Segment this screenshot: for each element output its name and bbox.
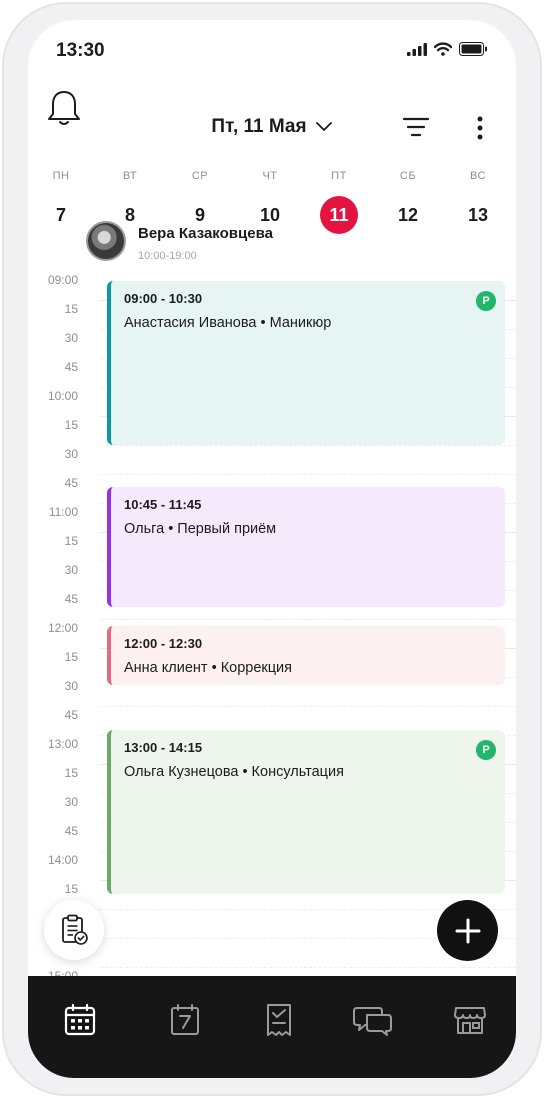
staff-name: Вера Казаковцева <box>138 225 273 242</box>
date-label: Пт, 11 Мая <box>211 116 307 137</box>
time-label: 13:00 <box>47 737 78 751</box>
avatar <box>86 221 126 261</box>
store-icon <box>454 1007 486 1034</box>
appointment-time: 13:00 - 14:15 <box>124 740 203 755</box>
day-name: СР <box>191 170 209 182</box>
time-label: 45 <box>64 824 78 838</box>
clipboard-check-icon <box>62 914 88 945</box>
chevron-down-icon <box>315 122 332 131</box>
grid-line <box>100 967 516 968</box>
day-0[interactable]: ПН 7 <box>36 168 86 234</box>
time-label: 45 <box>64 708 78 722</box>
time-label: 14:00 <box>47 853 78 867</box>
time-label: 11:00 <box>48 505 78 519</box>
appointment-card[interactable]: 10:45 - 11:45 Ольга • Первый приём <box>107 487 505 607</box>
time-label: 15 <box>64 882 78 896</box>
appointment-time: 12:00 - 12:30 <box>124 636 203 651</box>
appointment-description: Анна клиент • Коррекция <box>124 660 292 676</box>
plus-icon <box>455 918 480 943</box>
nav-day[interactable] <box>165 1000 205 1040</box>
chat-icon <box>353 1007 392 1036</box>
nav-calendar[interactable] <box>60 1000 100 1040</box>
status-time: 13:30 <box>56 40 105 61</box>
time-label: 15 <box>64 302 78 316</box>
receipt-icon <box>267 1004 291 1036</box>
filter-icon[interactable] <box>402 116 430 138</box>
grid-line <box>100 706 516 707</box>
day-name: ПТ <box>331 170 347 182</box>
day-number: 7 <box>55 205 66 225</box>
time-label: 15 <box>64 766 78 780</box>
time-label: 45 <box>64 592 78 606</box>
clipboard-button[interactable] <box>44 900 104 960</box>
appointment-description: Ольга Кузнецова • Консультация <box>124 764 344 780</box>
schedule-grid: 09:00 15 30 45 10:00 15 30 45 11:00 15 3… <box>28 270 516 992</box>
calendar-day-icon <box>171 1004 199 1035</box>
calendar-grid-icon <box>64 1003 96 1036</box>
day-name: ВТ <box>122 170 138 182</box>
app-screen: 13:30 Пт, 11 Мая ПН 7 ВТ 8 СР 9 ЧТ 10 ПТ… <box>28 20 516 1078</box>
time-label: 15 <box>64 650 78 664</box>
appointment-card[interactable]: 12:00 - 12:30 Анна клиент • Коррекция <box>107 626 505 685</box>
battery-icon <box>459 42 487 56</box>
signal-icon <box>407 42 427 56</box>
time-label: 09:00 <box>47 273 78 287</box>
appointment-card[interactable]: 09:00 - 10:30 Анастасия Иванова • Маникю… <box>107 281 505 445</box>
time-label: 15 <box>64 418 78 432</box>
time-label: 30 <box>64 795 78 809</box>
appointment-time: 09:00 - 10:30 <box>124 291 203 306</box>
time-label: 15 <box>64 534 78 548</box>
prepaid-badge: Р <box>476 740 496 760</box>
staff-hours: 10:00-19:00 <box>138 250 197 262</box>
grid-line <box>100 619 516 620</box>
appointment-time: 10:45 - 11:45 <box>124 497 202 512</box>
nav-store[interactable] <box>450 1000 490 1040</box>
grid-line <box>100 445 516 446</box>
wifi-icon <box>434 42 452 56</box>
time-label: 30 <box>64 563 78 577</box>
more-vertical-icon[interactable] <box>476 116 484 140</box>
time-label: 30 <box>64 331 78 345</box>
time-label: 30 <box>64 447 78 461</box>
prepaid-badge: Р <box>476 291 496 311</box>
time-label: 10:00 <box>47 389 78 403</box>
staff-header[interactable]: Вера Казаковцева 10:00-19:00 <box>86 221 506 267</box>
time-label: 45 <box>64 360 78 374</box>
appointment-card[interactable]: 13:00 - 14:15 Ольга Кузнецова • Консульт… <box>107 730 505 894</box>
appointment-description: Анастасия Иванова • Маникюр <box>124 315 332 331</box>
time-label: 30 <box>64 679 78 693</box>
status-icons <box>407 42 488 56</box>
day-name: ПН <box>52 170 70 182</box>
grid-line <box>100 474 516 475</box>
time-label: 12:00 <box>47 621 78 635</box>
add-appointment-button[interactable] <box>437 900 498 961</box>
nav-chats[interactable] <box>353 1000 393 1040</box>
day-name: ВС <box>470 170 486 182</box>
time-label: 45 <box>64 476 78 490</box>
bottom-navigation <box>28 976 516 1078</box>
day-name: СБ <box>399 170 417 182</box>
day-name: ЧТ <box>262 170 278 182</box>
appointment-description: Ольга • Первый приём <box>124 521 277 537</box>
date-selector[interactable]: Пт, 11 Мая <box>28 116 516 138</box>
nav-receipts[interactable] <box>259 1000 299 1040</box>
